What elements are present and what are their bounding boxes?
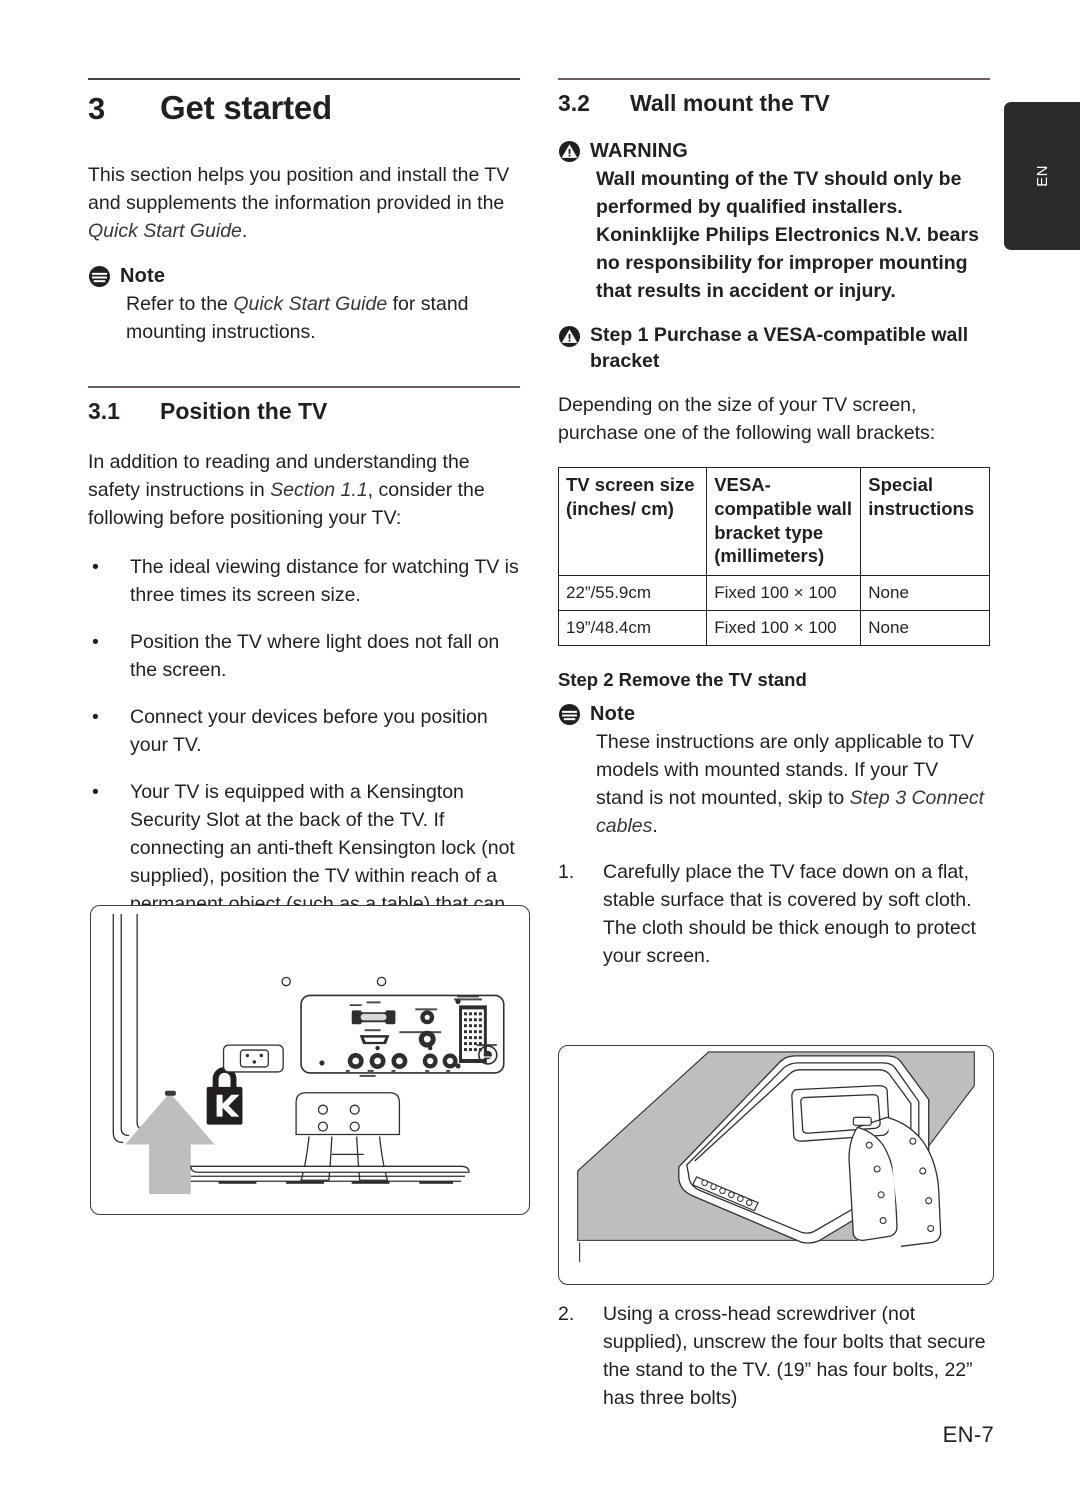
column-header-special-instructions: Special instructions — [860, 467, 990, 577]
section-rule-32 — [558, 78, 990, 80]
section-title-32: Wall mount the TV — [630, 89, 830, 116]
warning-header: WARNING — [558, 140, 990, 163]
bullet-marker: • — [92, 705, 99, 728]
note-text-1: Refer to the — [126, 293, 234, 316]
column-header-vesa-type: VESA-compatible wall bracket type (milli… — [706, 467, 862, 577]
tv-rear-panel-diagram — [90, 905, 530, 1215]
position-intro-italic: Section 1.1 — [270, 479, 368, 502]
bullet-marker: • — [92, 630, 99, 653]
page-number: EN-7 — [942, 1422, 994, 1447]
warning-callout: WARNING Wall mounting of the TV should o… — [558, 140, 990, 305]
section-rule-31 — [88, 386, 520, 388]
note-callout-left: Note Refer to the Quick Start Guide for … — [88, 265, 520, 346]
section-title-31: Position the TV — [160, 397, 328, 424]
step2-heading: Step 2 Remove the TV stand — [558, 669, 807, 691]
left-column: 3 Get started This section helps you pos… — [88, 78, 520, 965]
bullet-text: Position the TV where light does not fal… — [130, 630, 500, 681]
numbered-text: Using a cross-head screwdriver (not supp… — [603, 1303, 986, 1410]
table-row: 22”/55.9cm Fixed 100 × 100 None — [557, 575, 990, 612]
note-icon — [558, 703, 581, 726]
list-item: 2. Using a cross-head screwdriver (not s… — [558, 1300, 990, 1412]
table-header-row: TV screen size (inches/ cm) VESA-compati… — [557, 467, 990, 577]
warning-icon — [558, 325, 581, 348]
note-title: Note — [120, 265, 166, 288]
intro-text-2: . — [241, 220, 248, 243]
section-number-31: 3.1 — [88, 397, 120, 424]
note-italic: Quick Start Guide — [233, 293, 388, 316]
numbered-text: Carefully place the TV face down on a fl… — [603, 860, 976, 968]
step2-numbered-list: 1. Carefully place the TV face down on a… — [558, 858, 990, 970]
section-heading-31: 3.1 Position the TV — [88, 398, 520, 424]
note-body: Refer to the Quick Start Guide for stand… — [88, 290, 520, 346]
list-item: • Position the TV where light does not f… — [88, 628, 520, 684]
note-header: Note — [88, 265, 520, 288]
note-text-2: . — [652, 814, 658, 837]
position-intro-paragraph: In addition to reading and understanding… — [88, 448, 520, 532]
number-marker: 2. — [558, 1303, 575, 1325]
language-tab-label: EN — [1033, 165, 1051, 187]
chapter-number: 3 — [88, 91, 106, 126]
kensington-lock-icon — [206, 1066, 243, 1125]
note-header: Note — [558, 703, 990, 726]
note-title: Note — [590, 702, 636, 725]
chapter-rule — [88, 78, 520, 80]
document-page: 3 Get started This section helps you pos… — [0, 0, 1080, 1509]
bullet-text: Connect your devices before you position… — [130, 705, 488, 756]
list-item: 1. Carefully place the TV face down on a… — [558, 858, 990, 970]
step1-heading: Step 1 Purchase a VESA-compatible wall b… — [558, 323, 990, 375]
intro-paragraph: This section helps you position and inst… — [88, 161, 520, 245]
position-bullet-list: • The ideal viewing distance for watchin… — [88, 553, 520, 947]
section-number-32: 3.2 — [558, 89, 590, 116]
step2-numbered-list-continued: 2. Using a cross-head screwdriver (not s… — [558, 1300, 990, 1431]
warning-body: Wall mounting of the TV should only be p… — [596, 167, 979, 303]
list-item: • The ideal viewing distance for watchin… — [88, 553, 520, 609]
chapter-title: Get started — [160, 89, 333, 126]
warning-title: WARNING — [590, 139, 689, 162]
intro-italic: Quick Start Guide — [88, 220, 242, 243]
intro-text-1: This section helps you position and inst… — [88, 163, 510, 215]
vesa-bracket-table: TV screen size (inches/ cm) VESA-compati… — [557, 467, 990, 647]
up-arrow-icon — [125, 1092, 215, 1195]
chapter-heading: 3 Get started — [88, 89, 520, 127]
cell-screen-size: 22”/55.9cm — [557, 575, 708, 612]
bullet-marker: • — [92, 555, 99, 578]
note-icon — [88, 265, 111, 288]
bracket-intro: Depending on the size of your TV screen,… — [558, 394, 936, 445]
cell-bracket-type: Fixed 100 × 100 — [706, 575, 862, 612]
section-heading-32: 3.2 Wall mount the TV — [558, 90, 990, 116]
cell-special-instructions: None — [860, 610, 990, 647]
language-tab: EN — [1004, 102, 1080, 250]
column-header-tv-screen-size: TV screen size (inches/ cm) — [557, 467, 708, 577]
cell-bracket-type: Fixed 100 × 100 — [706, 610, 862, 647]
tv-face-down-stand-diagram — [558, 1045, 994, 1285]
number-marker: 1. — [558, 860, 575, 883]
step1-text: Step 1 Purchase a VESA-compatible wall b… — [590, 324, 969, 373]
warning-icon — [558, 140, 581, 163]
right-column: 3.2 Wall mount the TV WARNING Wall mount… — [557, 78, 990, 989]
bullet-text: The ideal viewing distance for watching … — [130, 555, 519, 606]
list-item: • Connect your devices before you positi… — [88, 703, 520, 759]
table-row: 19”/48.4cm Fixed 100 × 100 None — [557, 610, 990, 647]
note-callout-right: Note These instructions are only applica… — [558, 703, 990, 840]
cell-special-instructions: None — [860, 575, 990, 612]
cell-screen-size: 19”/48.4cm — [557, 610, 708, 647]
note-body: These instructions are only applicable t… — [558, 728, 990, 840]
